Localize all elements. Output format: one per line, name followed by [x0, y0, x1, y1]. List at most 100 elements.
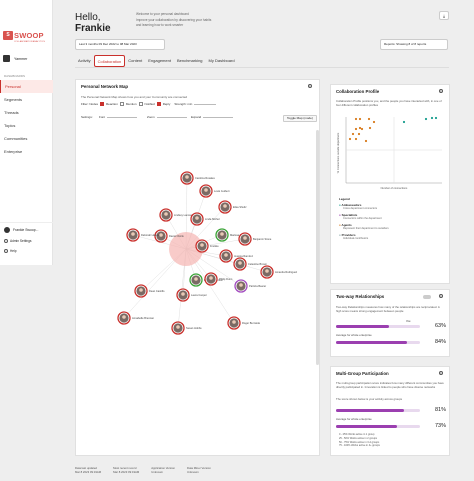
you-bar: You 63%	[336, 320, 446, 330]
tab-activity[interactable]: Activity	[75, 55, 94, 67]
network-node[interactable]: Frankie	[195, 239, 219, 253]
brand-name: SWOOP	[14, 31, 44, 40]
network-node[interactable]: Amanda Rodriguez	[260, 265, 298, 279]
brand-tagline: COLLABORATION ANALYTICS	[14, 41, 45, 43]
tab-content[interactable]: Content	[125, 55, 145, 67]
date-range-label: Last 3 months 09 Dec 2022 to 08 Mar 2023	[79, 42, 137, 46]
org-name: Yammer	[14, 56, 28, 61]
tab-my-dashboard[interactable]: My Dashboard	[206, 55, 238, 67]
network-graph[interactable]: Carolina Rosales Louis Guibert Elisa Shult…	[81, 128, 314, 448]
filter-checkbox-reply[interactable]	[156, 102, 161, 106]
multigroup-description: The multi-group participation score indi…	[336, 381, 444, 389]
node-label: Patricia Bearer	[249, 284, 266, 288]
average-bar: 73%	[336, 423, 446, 430]
average-label: Average for whole enterprise	[336, 417, 372, 421]
user-name: Frankie Swoop...	[13, 228, 39, 232]
strength-slider[interactable]	[194, 103, 217, 105]
average-label: Average for whole enterprise	[336, 333, 372, 337]
toggle-map-button[interactable]: Toggle Map (mode)	[283, 115, 317, 122]
settings-label: Settings:	[81, 115, 93, 119]
you-marker: You	[406, 320, 411, 323]
org-selector[interactable]: Yammer	[3, 55, 27, 62]
sidebar-footer: Frankie Swoop... Admin Settings Help	[0, 222, 53, 256]
sidebar-item-segments[interactable]: Segments	[0, 93, 53, 106]
sidebar-section-label: DASHBOARDS	[4, 74, 26, 78]
info-icon[interactable]: i	[439, 89, 443, 93]
admin-settings-label: Admin Settings	[10, 239, 32, 243]
expand-slider[interactable]	[203, 116, 233, 118]
network-node[interactable]: Elisa Shultz	[218, 200, 247, 214]
tab-engagement[interactable]: Engagement	[145, 55, 174, 67]
bar-track	[336, 341, 420, 344]
filter-checkbox-mention[interactable]	[119, 102, 124, 106]
relationships-description: Two-way Relationships measures how many …	[336, 305, 440, 313]
bar-track	[336, 409, 420, 412]
footer: Data last updated Mar 8 2023 09:19AM Most…	[75, 466, 211, 474]
user-menu[interactable]: Frankie Swoop...	[0, 223, 53, 236]
reports-filter[interactable]: Reports: Showing 8 of 8 reports	[380, 39, 448, 50]
network-node[interactable]: Philip Dunn	[204, 272, 233, 286]
info-icon[interactable]: i	[308, 84, 312, 88]
avatar	[4, 227, 10, 233]
network-node[interactable]: Annabelle Brennan	[117, 311, 155, 325]
zoom-label: Zoom	[147, 115, 155, 119]
footer-item: Most recent record Mar 8 2023 09:19AM	[113, 466, 140, 474]
network-node[interactable]: Roger Burnside	[227, 316, 261, 330]
welcome-text: Welcome to your personal dashboard Impro…	[136, 12, 246, 29]
multigroup-legend: 0 - 25% Works active in 1 group 25 - 50%…	[339, 433, 380, 448]
tab-benchmarking[interactable]: Benchmarking	[174, 55, 206, 67]
sidebar-item-enterprise[interactable]: Enterprise	[0, 145, 53, 158]
network-node[interactable]: Lindsey Lancaster	[159, 208, 195, 222]
network-svg[interactable]: Carolina Rosales Louis Guibert Elisa Shult…	[81, 128, 314, 448]
network-node[interactable]: Linda Michel	[190, 212, 220, 226]
node-label: Deborah Hassle	[141, 233, 160, 237]
network-node[interactable]: Carolina Rosales	[180, 171, 215, 185]
org-icon	[3, 55, 10, 62]
footer-item: Data last updated Mar 8 2023 09:19AM	[75, 466, 102, 474]
multigroup-desc2: The score shown below is your activity a…	[336, 397, 403, 401]
info-icon[interactable]: i	[439, 294, 443, 298]
network-node[interactable]: Susan Hobbs	[171, 321, 202, 335]
network-node[interactable]: Dean Castillo	[134, 284, 165, 298]
average-value: 84%	[434, 339, 446, 345]
info-icon[interactable]: i	[439, 371, 443, 375]
bar-fill	[336, 425, 398, 428]
network-node[interactable]: Patricia Bearer	[234, 279, 266, 293]
date-range-picker[interactable]: Last 3 months 09 Dec 2022 to 08 Mar 2023	[75, 39, 165, 50]
page-title: Hello, Frankie	[75, 12, 111, 34]
settings-row: Settings: Font Zoom Expand	[81, 115, 316, 123]
sidebar-item-personal[interactable]: Personal	[0, 80, 53, 93]
node-label: Elisa Shultz	[233, 205, 247, 209]
node-label: Frankie	[210, 244, 219, 248]
filter-checkbox-reaction[interactable]	[100, 102, 105, 106]
help-link[interactable]: Help	[0, 246, 53, 256]
scrollbar[interactable]	[316, 130, 319, 365]
sidebar-item-threads[interactable]: Threads	[0, 106, 53, 119]
font-slider[interactable]	[107, 116, 137, 118]
brand-logo[interactable]: S SWOOP	[3, 31, 44, 40]
legend-item: ● Agents Represent their department to ou…	[339, 223, 389, 230]
network-node[interactable]: Benjamin Stone	[238, 232, 272, 246]
footer-item: Data Miner Version Unknown	[187, 466, 211, 474]
tab-collaboration[interactable]: Collaboration	[93, 55, 126, 67]
sidebar-item-communities[interactable]: Communities	[0, 132, 53, 145]
node-label: Laura Cooper	[191, 293, 207, 297]
two-way-relationships-card: Two-way Relationships i Two-way Relation…	[330, 289, 450, 357]
filter-label-notified: Notified	[144, 102, 155, 106]
gear-icon	[4, 239, 8, 243]
sidebar-item-topics[interactable]: Topics	[0, 119, 53, 132]
node-label: Dean Castillo	[149, 289, 165, 293]
network-node[interactable]: Louis Guibert	[199, 184, 230, 198]
you-bar: 81%	[336, 407, 446, 414]
toggle-switch[interactable]	[423, 295, 431, 299]
network-node[interactable]: Laura Cooper	[176, 288, 207, 302]
filter-label-reaction: Reaction	[106, 102, 118, 106]
download-button[interactable]: ⤓	[439, 11, 449, 20]
zoom-slider[interactable]	[157, 116, 187, 118]
reports-label: Reports: Showing 8 of 8 reports	[384, 42, 427, 46]
help-label: Help	[10, 249, 17, 253]
admin-settings-link[interactable]: Admin Settings	[0, 236, 53, 246]
multi-group-card: Multi-Group Participation i The multi-gr…	[330, 366, 450, 456]
filter-checkbox-notified[interactable]	[138, 102, 143, 106]
help-icon	[4, 249, 8, 253]
